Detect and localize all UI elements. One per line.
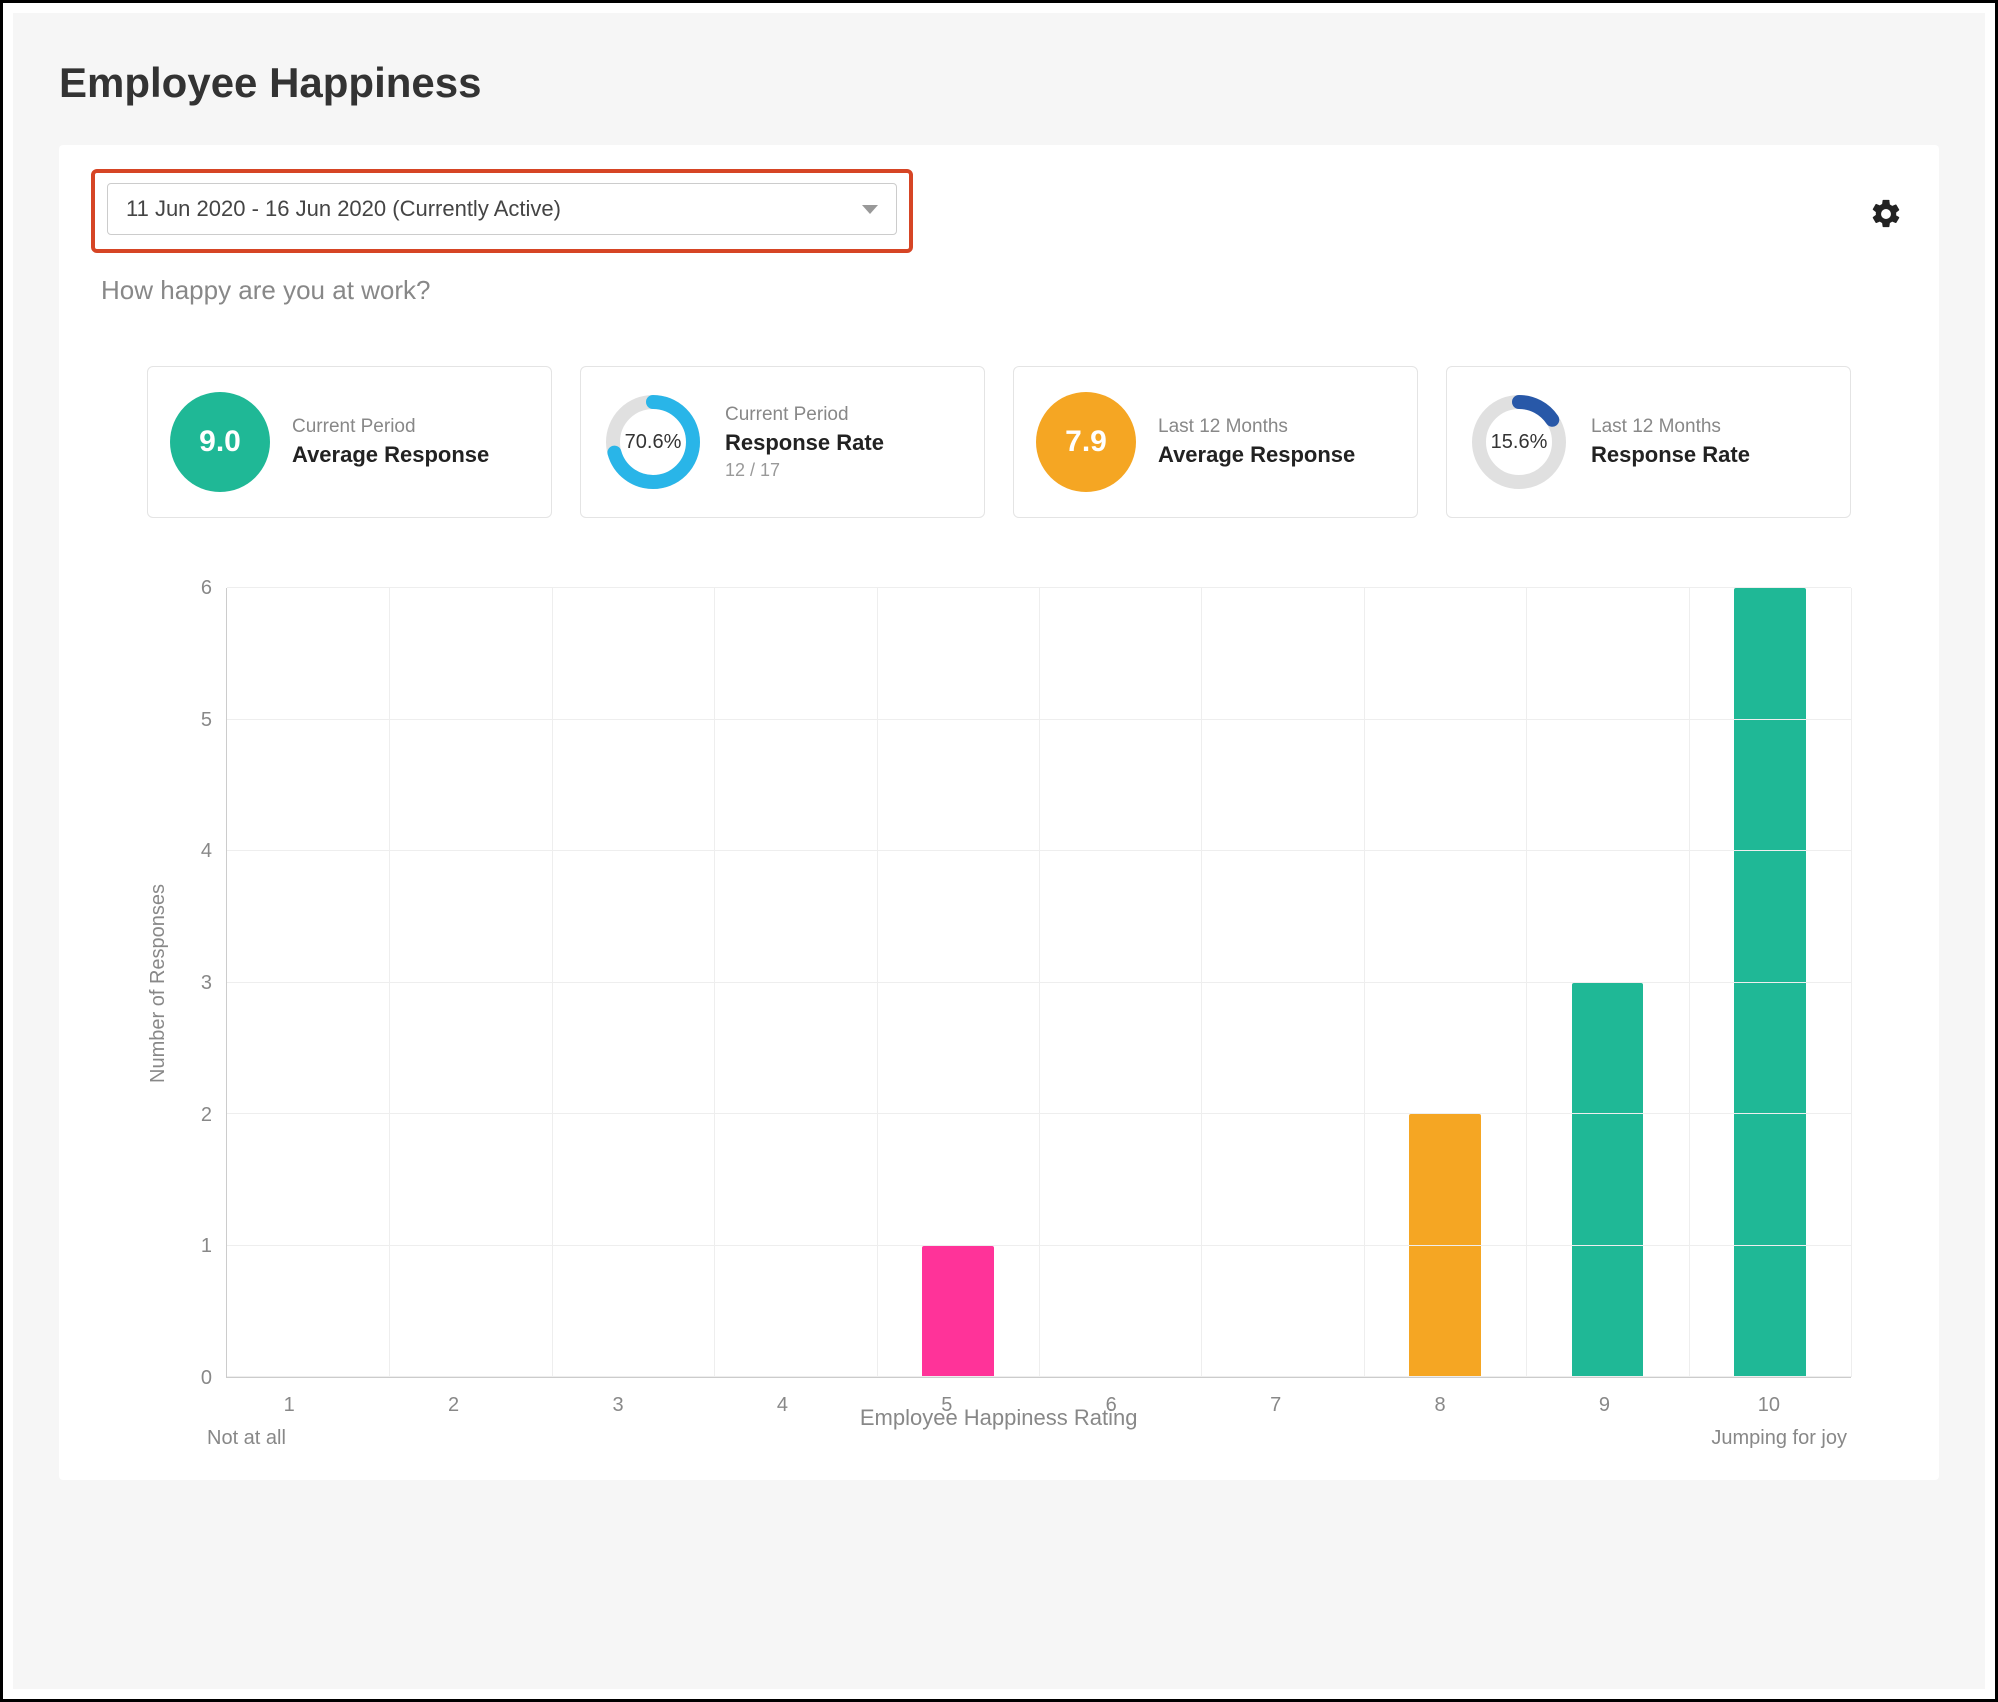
- metric-context: Last 12 Months: [1158, 416, 1355, 438]
- bar-2: [389, 588, 551, 1377]
- page-title: Employee Happiness: [59, 59, 1939, 107]
- metric-label: Average Response: [292, 442, 489, 468]
- period-select-value: 11 Jun 2020 - 16 Jun 2020 (Currently Act…: [126, 196, 561, 222]
- metric-current-average: 9.0 Current Period Average Response: [147, 366, 552, 518]
- bar-1: [227, 588, 389, 1377]
- x-tick: 1: [207, 1394, 371, 1417]
- metric-year-average: 7.9 Last 12 Months Average Response: [1013, 366, 1418, 518]
- x-axis-label: Employee Happiness Rating: [860, 1405, 1138, 1450]
- bar-7: [1201, 588, 1363, 1377]
- y-axis-ticks: 0123456: [186, 588, 226, 1378]
- metric-context: Current Period: [292, 416, 489, 438]
- metric-context: Last 12 Months: [1591, 416, 1750, 438]
- metric-current-rate-donut: 70.6%: [603, 392, 703, 492]
- chart-plot-area: [226, 588, 1851, 1378]
- bar-10: [1689, 588, 1851, 1377]
- metric-current-average-circle: 9.0: [170, 392, 270, 492]
- bar-8: [1364, 588, 1526, 1377]
- period-select[interactable]: 11 Jun 2020 - 16 Jun 2020 (Currently Act…: [107, 183, 897, 235]
- dashboard-card: 11 Jun 2020 - 16 Jun 2020 (Currently Act…: [59, 145, 1939, 1480]
- x-tick: 10: [1687, 1394, 1851, 1417]
- metric-year-average-circle: 7.9: [1036, 392, 1136, 492]
- metrics-row: 9.0 Current Period Average Response 70.6…: [95, 366, 1903, 518]
- x-tick: 9: [1522, 1394, 1686, 1417]
- x-tick: 7: [1193, 1394, 1357, 1417]
- x-tick: 2: [371, 1394, 535, 1417]
- metric-label: Average Response: [1158, 442, 1355, 468]
- x-axis-low-label: Not at all: [207, 1427, 286, 1450]
- gear-icon[interactable]: [1869, 197, 1903, 231]
- chevron-down-icon: [862, 205, 878, 214]
- survey-question: How happy are you at work?: [101, 275, 1903, 306]
- bar-4: [714, 588, 876, 1377]
- x-tick: 8: [1358, 1394, 1522, 1417]
- happiness-bar-chart: Number of Responses 0123456 12345678910 …: [95, 588, 1903, 1450]
- metric-label: Response Rate: [725, 430, 884, 456]
- metric-year-rate: 15.6% Last 12 Months Response Rate: [1446, 366, 1851, 518]
- metric-year-rate-donut: 15.6%: [1469, 392, 1569, 492]
- metric-current-rate: 70.6% Current Period Response Rate 12 / …: [580, 366, 985, 518]
- y-axis-label: Number of Responses: [147, 884, 170, 1083]
- bar-6: [1039, 588, 1201, 1377]
- period-select-highlight: 11 Jun 2020 - 16 Jun 2020 (Currently Act…: [91, 169, 913, 253]
- metric-context: Current Period: [725, 404, 884, 426]
- bar-3: [552, 588, 714, 1377]
- metric-subvalue: 12 / 17: [725, 460, 884, 481]
- bar-9: [1526, 588, 1688, 1377]
- bar-5: [877, 588, 1039, 1377]
- x-tick: 3: [536, 1394, 700, 1417]
- x-axis-high-label: Jumping for joy: [1711, 1427, 1847, 1450]
- metric-label: Response Rate: [1591, 442, 1750, 468]
- x-tick: 4: [700, 1394, 864, 1417]
